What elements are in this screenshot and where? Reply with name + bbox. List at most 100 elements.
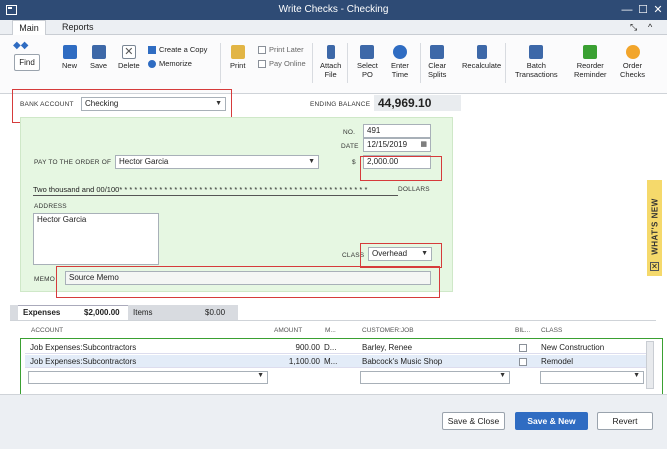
row-class[interactable]: New Construction [541, 342, 604, 354]
ending-balance-label: ENDING BALANCE [310, 101, 371, 108]
billable-checkbox[interactable] [519, 358, 527, 366]
column-header-class[interactable]: CLASS [541, 327, 562, 334]
column-header-amount[interactable]: AMOUNT [274, 327, 302, 334]
chevron-down-icon: ▼ [308, 158, 315, 165]
row-account[interactable]: Job Expenses:Subcontractors [30, 342, 136, 354]
print-icon [230, 45, 245, 59]
amount-in-words: Two thousand and 00/100* * * * * * * * *… [33, 185, 368, 194]
row-account[interactable]: Job Expenses:Subcontractors [30, 356, 136, 368]
row-memo[interactable]: D... [324, 342, 336, 354]
order-checks-button[interactable]: Order Checks [620, 45, 645, 79]
ribbon-tabs: Main Reports ⤡ ^ [0, 20, 667, 35]
bottom-bar: Save & Close Save & New Revert [0, 394, 667, 449]
new-row-account-select[interactable]: ▼ [28, 371, 268, 384]
previous-arrow-icon[interactable]: ◆ [13, 40, 21, 51]
enter-time-button[interactable]: Enter Time [391, 45, 409, 79]
toolbar-divider [420, 43, 421, 83]
whats-new-tab[interactable]: WHAT'S NEW ✕ [647, 180, 662, 276]
row-amount[interactable]: 900.00 [268, 342, 320, 354]
pay-online-checkbox[interactable]: Pay Online [258, 57, 306, 71]
address-field[interactable]: Hector Garcia [33, 213, 159, 265]
next-arrow-icon[interactable]: ◆ [21, 40, 29, 51]
new-row-class-select[interactable]: ▼ [540, 371, 644, 384]
toolbar-divider [312, 43, 313, 83]
chevron-down-icon: ▼ [633, 372, 640, 379]
row-class[interactable]: Remodel [541, 356, 573, 368]
revert-button[interactable]: Revert [597, 412, 653, 430]
column-header-memo[interactable]: M... [325, 327, 336, 334]
check-number-field[interactable]: 491 [363, 124, 431, 138]
new-row-customer-select[interactable]: ▼ [360, 371, 510, 384]
minimize-button[interactable]: — [620, 2, 634, 18]
toolbar-divider [220, 43, 221, 83]
recalculate-button[interactable]: Recalculate [462, 45, 501, 70]
address-label: ADDRESS [34, 203, 67, 210]
collapse-ribbon-icon[interactable]: ^ [648, 20, 652, 35]
billable-checkbox[interactable] [519, 344, 527, 352]
save-new-button[interactable]: Save & New [515, 412, 588, 430]
save-icon [91, 45, 106, 59]
delete-icon: ✕ [121, 45, 136, 59]
date-label: DATE [341, 143, 359, 150]
highlight-memo [56, 266, 440, 298]
chevron-down-icon: ▼ [499, 372, 506, 379]
window-title: Write Checks - Checking [278, 4, 389, 15]
tab-reports[interactable]: Reports [62, 20, 94, 35]
highlight-class [360, 243, 442, 268]
print-options: Print Later Pay Online [258, 43, 306, 71]
prev-next-arrows[interactable]: ◆◆ [13, 40, 29, 51]
calculator-icon [476, 45, 487, 59]
select-po-button[interactable]: Select PO [357, 45, 378, 79]
print-later-checkbox[interactable]: Print Later [258, 43, 306, 57]
new-document-icon [62, 45, 77, 59]
row-amount[interactable]: 1,100.00 [268, 356, 320, 368]
amount-underline [33, 195, 398, 196]
save-button[interactable]: Save [90, 45, 107, 70]
check-number-label: NO. [343, 129, 356, 136]
column-header-billable[interactable]: BIL... [515, 327, 530, 334]
memorize-button[interactable]: Memorize [148, 57, 207, 71]
clear-splits-icon [430, 45, 445, 59]
row-memo[interactable]: M... [324, 356, 337, 368]
row-customer-job[interactable]: Barley, Renee [362, 342, 412, 354]
clear-splits-button[interactable]: Clear Splits [428, 45, 446, 79]
clock-icon [392, 45, 407, 59]
delete-button[interactable]: ✕ Delete [118, 45, 140, 70]
calendar-icon[interactable]: ▦ [420, 139, 427, 151]
toolbar-divider [505, 43, 506, 83]
memo-label: MEMO [34, 276, 56, 283]
tab-main[interactable]: Main [12, 20, 46, 35]
batch-transactions-button[interactable]: Batch Transactions [515, 45, 558, 79]
attach-file-button[interactable]: Attach File [320, 45, 341, 79]
new-button[interactable]: New [62, 45, 77, 70]
tab-items-amount: $0.00 [205, 308, 226, 317]
create-copy-button[interactable]: Create a Copy [148, 43, 207, 57]
payee-select[interactable]: Hector Garcia ▼ [115, 155, 319, 169]
close-button[interactable]: ✕ [651, 2, 665, 18]
tab-expenses-amount: $2,000.00 [84, 308, 120, 317]
print-button[interactable]: Print [230, 45, 245, 70]
batch-icon [529, 45, 544, 59]
purchase-order-icon [360, 45, 375, 59]
title-bar: Write Checks - Checking — ☐ ✕ [0, 0, 667, 20]
copy-icon [148, 46, 156, 55]
column-header-account[interactable]: ACCOUNT [31, 327, 63, 334]
toolbar: ◆◆ Find New Save ✕ Delete Create a Copy … [0, 35, 667, 94]
copy-memorize-group: Create a Copy Memorize [148, 43, 207, 71]
column-header-customer-job[interactable]: CUSTOMER:JOB [362, 327, 414, 334]
save-close-button[interactable]: Save & Close [442, 412, 505, 430]
grid-scrollbar[interactable] [646, 341, 654, 389]
dollars-label: DOLLARS [398, 186, 430, 193]
tab-expenses-label: Expenses [23, 308, 61, 317]
date-field[interactable]: 12/15/2019 ▦ [363, 138, 431, 152]
reorder-reminder-button[interactable]: Reorder Reminder [574, 45, 607, 79]
maximize-button[interactable]: ☐ [636, 2, 650, 18]
tab-items[interactable]: Items [133, 308, 153, 317]
find-button[interactable]: Find [14, 54, 40, 71]
close-icon[interactable]: ✕ [650, 262, 659, 271]
paperclip-icon [326, 45, 335, 59]
expand-ribbon-icon[interactable]: ⤡ [630, 20, 637, 35]
ending-balance-value: 44,969.10 [374, 95, 461, 111]
row-customer-job[interactable]: Babcock's Music Shop [362, 356, 442, 368]
reorder-icon [583, 45, 598, 59]
